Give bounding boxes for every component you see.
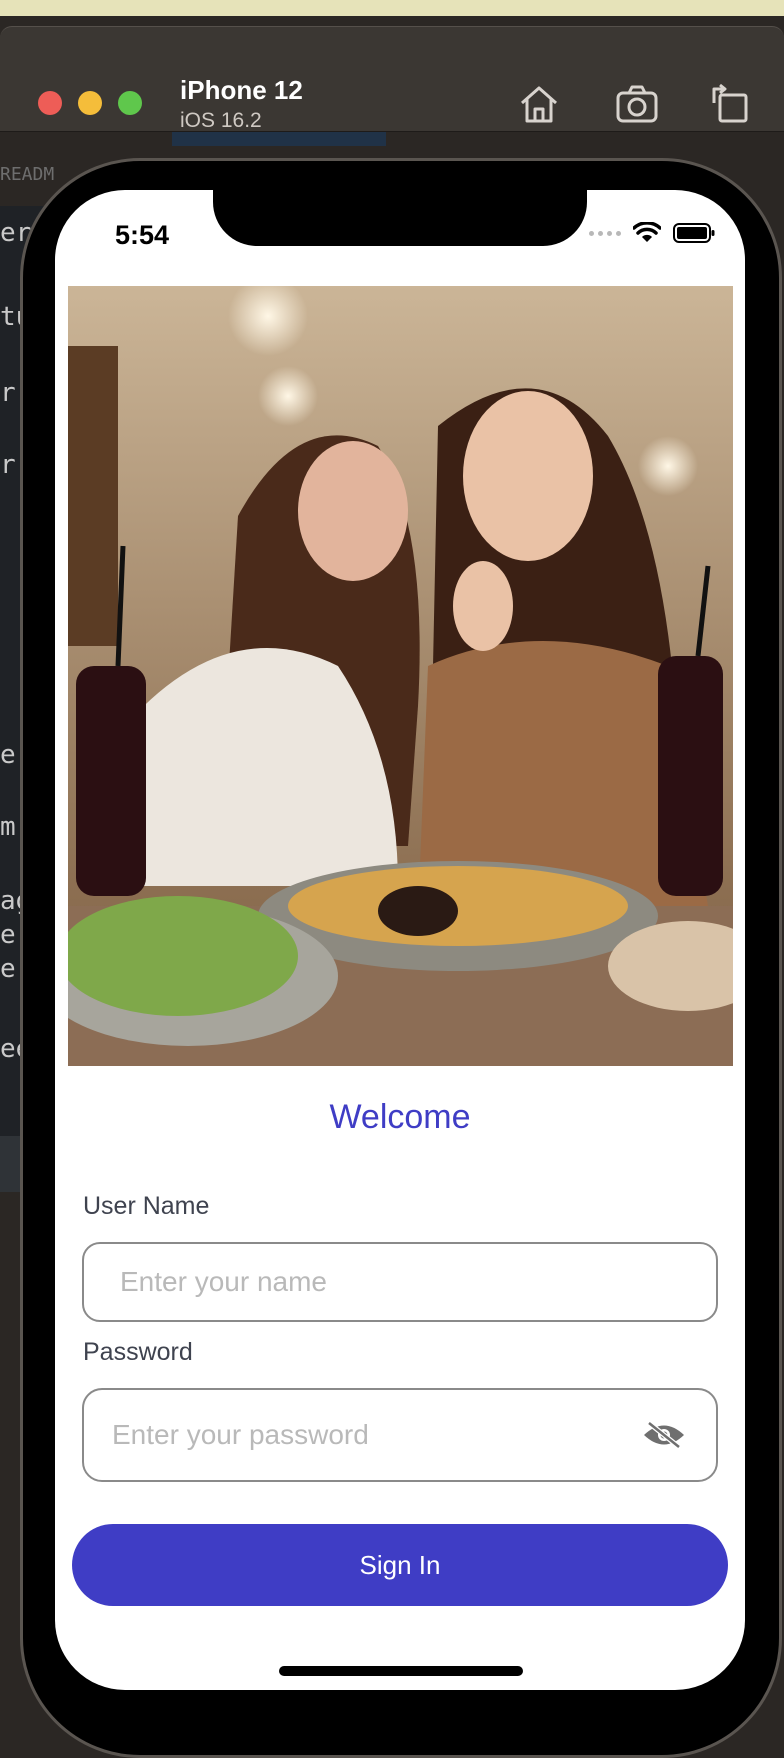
device-name: iPhone 12 <box>180 75 303 105</box>
password-label: Password <box>83 1338 193 1366</box>
editor-text: e <box>0 954 16 984</box>
os-version: iOS 16.2 <box>180 109 262 132</box>
editor-text: e <box>0 740 16 770</box>
zoom-window-button[interactable] <box>118 91 142 115</box>
home-indicator[interactable] <box>279 1666 523 1676</box>
hero-photo <box>68 286 733 1066</box>
battery-icon <box>673 223 715 243</box>
status-icons <box>589 222 715 244</box>
screenshot-icon[interactable] <box>614 81 660 127</box>
editor-text: r <box>0 378 16 408</box>
rotate-icon[interactable] <box>706 81 752 127</box>
signal-icon <box>589 230 621 236</box>
editor-readme-tab[interactable]: READM <box>0 164 54 185</box>
sign-in-button[interactable]: Sign In <box>72 1524 728 1606</box>
close-window-button[interactable] <box>38 91 62 115</box>
wifi-icon <box>633 222 661 244</box>
username-label: User Name <box>83 1192 210 1220</box>
welcome-title: Welcome <box>329 1098 471 1136</box>
password-input[interactable]: Enter your password <box>82 1388 718 1482</box>
top-window-strip <box>0 0 784 16</box>
notch <box>213 190 587 246</box>
editor-tab <box>172 132 386 146</box>
minimize-window-button[interactable] <box>78 91 102 115</box>
editor-text: r <box>0 450 16 480</box>
editor-text: m <box>0 812 16 842</box>
username-placeholder: Enter your name <box>120 1266 327 1297</box>
home-icon[interactable] <box>516 81 562 127</box>
simulator-titlebar: iPhone 12 iOS 16.2 <box>0 26 784 132</box>
status-time: 5:54 <box>115 220 170 250</box>
phone-screen: 5:54 Welcome User Name Enter your name P… <box>55 190 745 1690</box>
username-input[interactable]: Enter your name <box>82 1242 718 1322</box>
editor-text: e <box>0 920 16 950</box>
password-placeholder: Enter your password <box>112 1419 369 1450</box>
eye-slash-icon[interactable] <box>642 1420 686 1450</box>
